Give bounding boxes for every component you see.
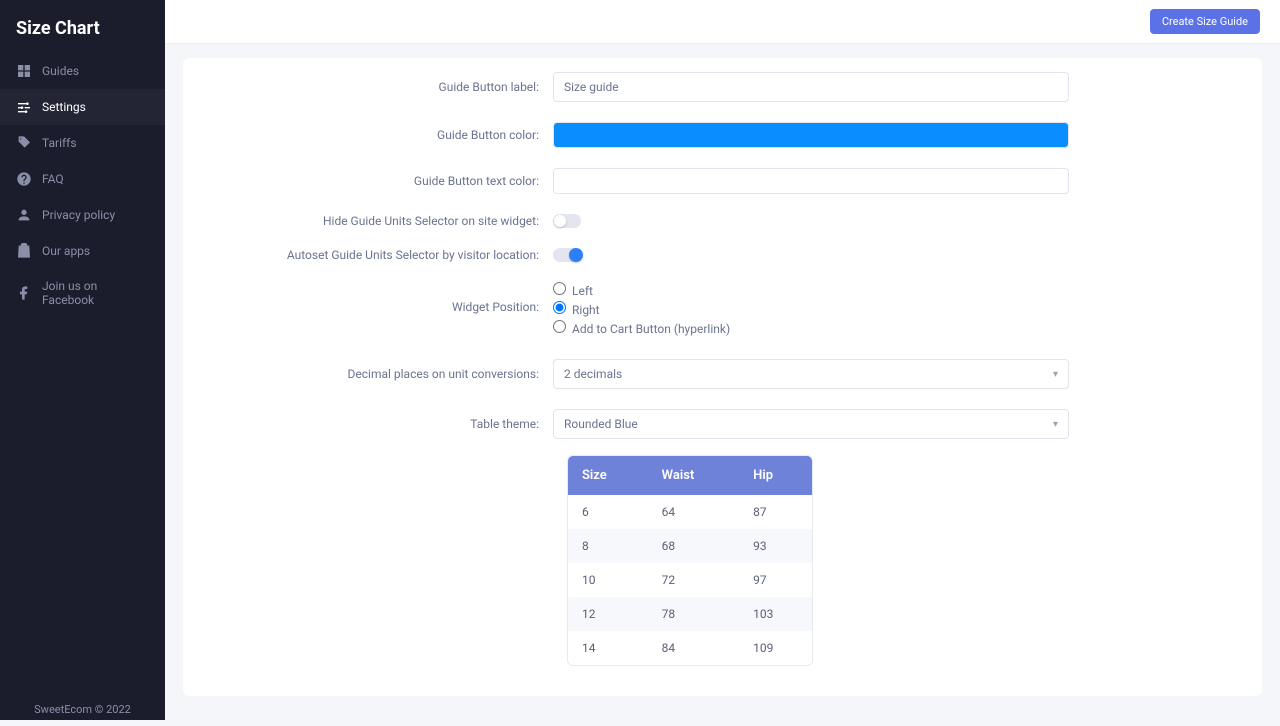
autoset-units-toggle[interactable] — [553, 248, 581, 262]
table-cell: 10 — [568, 563, 648, 597]
facebook-icon — [16, 285, 32, 301]
sidebar-item-label: Privacy policy — [42, 208, 115, 222]
sidebar-item-faq[interactable]: FAQ — [0, 161, 165, 197]
size-table-preview: Size Waist Hip 6648786893107297127810314… — [567, 455, 813, 666]
table-cell: 12 — [568, 597, 648, 631]
table-header: Hip — [739, 456, 812, 495]
slider-icon — [16, 99, 32, 115]
table-theme-label: Table theme: — [183, 417, 553, 431]
table-cell: 103 — [739, 597, 812, 631]
hide-units-selector-label: Hide Guide Units Selector on site widget… — [183, 214, 553, 228]
topbar: Create Size Guide — [165, 0, 1280, 44]
sidebar-item-label: Join us on Facebook — [42, 279, 149, 307]
user-icon — [16, 207, 32, 223]
sidebar-item-label: Guides — [42, 64, 79, 78]
table-cell: 84 — [648, 631, 740, 665]
sidebar-item-label: FAQ — [42, 172, 64, 186]
widget-position-option-cart[interactable]: Add to Cart Button (hyperlink) — [553, 320, 1069, 336]
sidebar: Size Chart Guides Settings Tariffs FAQ P… — [0, 0, 165, 720]
table-cell: 64 — [648, 495, 740, 529]
bag-icon — [16, 243, 32, 259]
decimal-places-select[interactable]: 2 decimals ▾ — [553, 359, 1069, 389]
table-cell: 72 — [648, 563, 740, 597]
sidebar-item-tariffs[interactable]: Tariffs — [0, 125, 165, 161]
guide-button-text-color-swatch[interactable] — [553, 168, 1069, 194]
table-theme-select[interactable]: Rounded Blue ▾ — [553, 409, 1069, 439]
guide-button-color-label: Guide Button color: — [183, 128, 553, 142]
sidebar-item-label: Our apps — [42, 244, 90, 258]
table-cell: 6 — [568, 495, 648, 529]
sidebar-item-guides[interactable]: Guides — [0, 53, 165, 89]
widget-position-option-left[interactable]: Left — [553, 282, 1069, 298]
settings-panel: Guide Button label: Guide Button color: … — [183, 58, 1262, 696]
guide-button-color-swatch[interactable] — [553, 122, 1069, 148]
table-cell: 8 — [568, 529, 648, 563]
guide-button-text-color-label: Guide Button text color: — [183, 174, 553, 188]
table-header: Size — [568, 456, 648, 495]
sidebar-item-label: Settings — [42, 100, 86, 114]
decimal-places-label: Decimal places on unit conversions: — [183, 367, 553, 381]
table-cell: 97 — [739, 563, 812, 597]
help-icon — [16, 171, 32, 187]
hide-units-selector-toggle[interactable] — [553, 214, 581, 228]
table-row: 86893 — [568, 529, 812, 563]
sidebar-footer: SweetEcom © 2022 — [0, 697, 165, 720]
create-size-guide-button[interactable]: Create Size Guide — [1150, 9, 1260, 34]
sidebar-item-privacy[interactable]: Privacy policy — [0, 197, 165, 233]
table-cell: 68 — [648, 529, 740, 563]
table-row: 66487 — [568, 495, 812, 529]
table-cell: 109 — [739, 631, 812, 665]
table-cell: 93 — [739, 529, 812, 563]
sidebar-nav: Guides Settings Tariffs FAQ Privacy poli… — [0, 53, 165, 697]
grid-icon — [16, 63, 32, 79]
table-cell: 14 — [568, 631, 648, 665]
widget-position-label: Widget Position: — [183, 282, 553, 314]
table-cell: 87 — [739, 495, 812, 529]
guide-button-label-input[interactable] — [553, 72, 1069, 102]
sidebar-item-our-apps[interactable]: Our apps — [0, 233, 165, 269]
table-row: 107297 — [568, 563, 812, 597]
chevron-down-icon: ▾ — [1053, 369, 1058, 380]
sidebar-item-facebook[interactable]: Join us on Facebook — [0, 269, 165, 317]
guide-button-label-label: Guide Button label: — [183, 80, 553, 94]
brand-title: Size Chart — [0, 0, 165, 53]
table-row: 1278103 — [568, 597, 812, 631]
sidebar-item-settings[interactable]: Settings — [0, 89, 165, 125]
widget-position-option-right[interactable]: Right — [553, 301, 1069, 317]
table-header: Waist — [648, 456, 740, 495]
tag-icon — [16, 135, 32, 151]
sidebar-item-label: Tariffs — [42, 136, 77, 150]
table-cell: 78 — [648, 597, 740, 631]
autoset-units-label: Autoset Guide Units Selector by visitor … — [183, 248, 553, 262]
chevron-down-icon: ▾ — [1053, 419, 1058, 430]
widget-position-group: Left Right Add to Cart Button (hyperlink… — [553, 282, 1069, 336]
table-row: 1484109 — [568, 631, 812, 665]
